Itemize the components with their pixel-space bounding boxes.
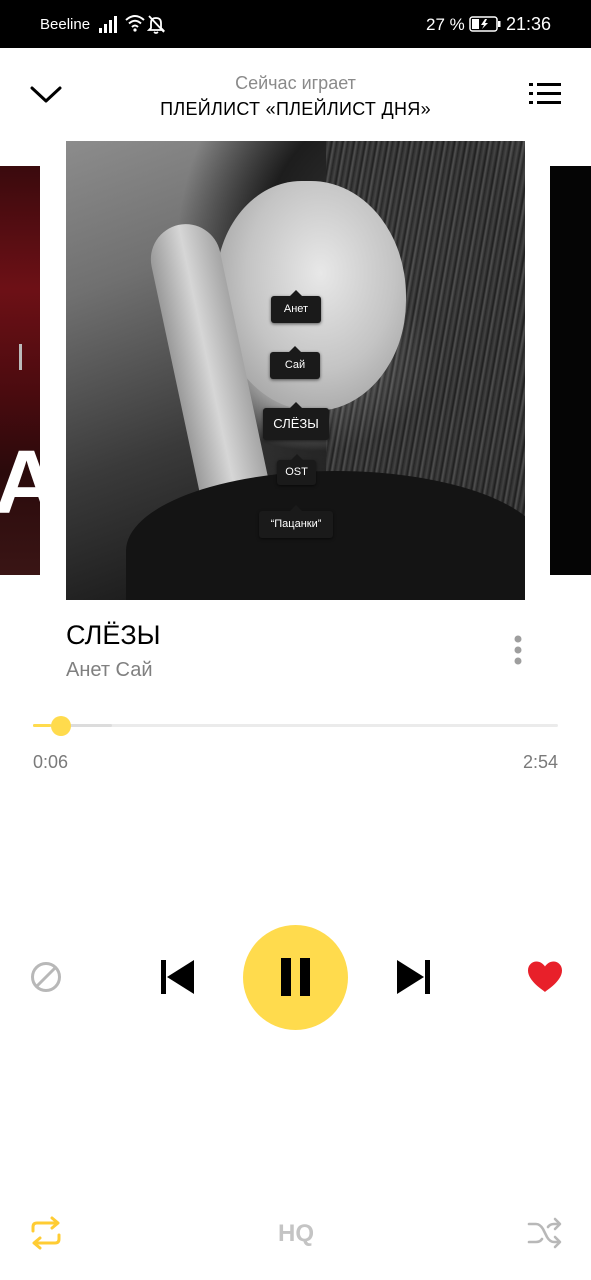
wifi-icon bbox=[125, 15, 145, 32]
clock: 21:36 bbox=[506, 14, 552, 34]
album-cover[interactable]: Анет Сай СЛЁЗЫ OST “Пацанки” bbox=[66, 141, 525, 600]
quality-toggle[interactable]: HQ bbox=[260, 1220, 332, 1248]
shuffle-icon[interactable] bbox=[526, 1216, 564, 1250]
cover-tag: Анет bbox=[271, 290, 321, 323]
battery-percent: 27 % bbox=[426, 15, 465, 34]
cover-tag: OST bbox=[277, 454, 316, 485]
cover-tag: СЛЁЗЫ bbox=[263, 402, 329, 440]
track-title: СЛЁЗЫ bbox=[66, 620, 161, 650]
previous-cover-letter: A bbox=[0, 433, 40, 533]
skip-previous-icon[interactable] bbox=[158, 957, 196, 997]
queue-list-icon[interactable] bbox=[528, 80, 562, 110]
progress-thumb[interactable] bbox=[50, 716, 71, 736]
now-playing-label: Сейчас играет bbox=[235, 73, 356, 93]
repeat-icon[interactable] bbox=[28, 1216, 64, 1250]
elapsed-time: 0:06 bbox=[33, 752, 69, 772]
dislike-icon[interactable] bbox=[29, 960, 63, 994]
battery-charging-icon bbox=[469, 16, 501, 32]
previous-cover-detail bbox=[19, 344, 22, 370]
play-pause-button[interactable] bbox=[243, 925, 348, 1030]
heart-icon[interactable] bbox=[526, 960, 564, 994]
next-track-cover[interactable] bbox=[550, 166, 591, 575]
cover-tag: “Пацанки” bbox=[259, 505, 333, 538]
progress-rail bbox=[33, 724, 558, 727]
skip-next-icon[interactable] bbox=[395, 957, 433, 997]
pause-icon bbox=[281, 958, 310, 996]
cover-tag: Сай bbox=[270, 346, 320, 379]
signal-icon bbox=[99, 16, 117, 33]
carrier-name: Beeline bbox=[40, 16, 91, 33]
previous-track-cover[interactable]: A bbox=[0, 166, 40, 575]
progress-played bbox=[33, 724, 51, 727]
more-options-icon[interactable] bbox=[507, 634, 529, 666]
playlist-title[interactable]: ПЛЕЙЛИСТ «ПЛЕЙЛИСТ ДНЯ» bbox=[0, 99, 591, 120]
progress-slider[interactable] bbox=[33, 716, 558, 736]
total-time: 2:54 bbox=[522, 752, 558, 772]
track-artist[interactable]: Анет Сай bbox=[66, 659, 153, 682]
notifications-muted-icon bbox=[147, 15, 165, 34]
status-bar: Beeline 27 % 21:36 bbox=[0, 0, 591, 48]
